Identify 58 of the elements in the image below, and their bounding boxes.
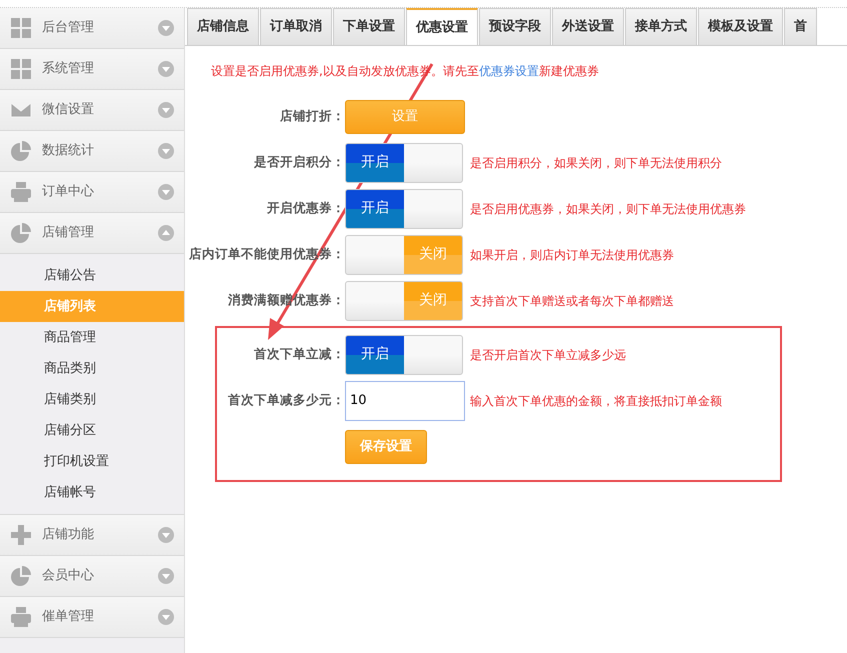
submenu-item[interactable]: 店铺类别 <box>0 384 184 415</box>
plus-icon <box>10 524 32 546</box>
tab[interactable]: 外送设置 <box>552 8 624 45</box>
pie-chart-icon <box>10 565 32 587</box>
grid-icon <box>10 58 32 80</box>
field-label: 开启优惠券： <box>266 199 345 218</box>
tab[interactable]: 下单设置 <box>333 8 405 45</box>
chevron-down-icon <box>158 20 174 36</box>
field-label: 首次下单立减： <box>253 345 345 364</box>
submenu-item[interactable]: 店铺公告 <box>0 260 184 291</box>
hint-text: 如果开启，则店内订单无法使用优惠券 <box>470 246 674 264</box>
sidebar-item[interactable]: 后台管理 <box>0 8 184 49</box>
toggle-switch[interactable]: 开启 <box>345 142 463 182</box>
field-label: 是否开启积分： <box>253 153 345 172</box>
chevron-down-icon <box>158 143 174 159</box>
printer-icon <box>10 181 32 203</box>
tab[interactable]: 订单取消 <box>260 8 332 45</box>
amount-input[interactable]: 10 <box>345 380 465 420</box>
hint-text: 是否开启首次下单立减多少远 <box>470 346 626 364</box>
tab[interactable]: 模板及设置 <box>698 8 783 45</box>
hint-text: 输入首次下单优惠的金额，将直接抵扣订单金额 <box>470 392 722 410</box>
printer-icon <box>10 606 32 628</box>
hint-text: 是否启用优惠券，如果关闭，则下单无法使用优惠券 <box>470 200 746 218</box>
chevron-down-icon <box>158 102 174 118</box>
chevron-down-icon <box>158 568 174 584</box>
submenu-item[interactable]: 店铺帐号 <box>0 477 184 508</box>
field-label: 店铺打折： <box>279 107 345 126</box>
field-label: 首次下单减多少元： <box>227 391 345 410</box>
sidebar-item[interactable]: 微信设置 <box>0 90 184 131</box>
link[interactable]: 优惠券设置 <box>478 64 539 78</box>
sidebar-item[interactable]: 订单中心 <box>0 172 184 213</box>
chevron-down-icon <box>158 527 174 543</box>
tab[interactable]: 接单方式 <box>625 8 697 45</box>
chevron-down-icon <box>158 61 174 77</box>
tab[interactable]: 预设字段 <box>479 8 551 45</box>
grid-icon <box>10 17 32 39</box>
tab[interactable]: 优惠设置 <box>406 8 478 45</box>
sidebar-item[interactable]: 店铺功能 <box>0 515 184 556</box>
submenu-item[interactable]: 商品类别 <box>0 353 184 384</box>
hint-text: 支持首次下单赠送或者每次下单都赠送 <box>470 292 674 310</box>
chevron-down-icon <box>158 609 174 625</box>
chevron-up-icon <box>158 225 174 241</box>
sidebar-item[interactable]: 数据统计 <box>0 131 184 172</box>
sidebar-item[interactable]: 会员中心 <box>0 556 184 597</box>
pie-chart-icon <box>10 222 32 244</box>
tab[interactable]: 首 <box>784 8 817 45</box>
hint-text: 是否启用积分，如果关闭，则下单无法使用积分 <box>470 154 722 172</box>
sidebar-item[interactable]: 系统管理 <box>0 49 184 90</box>
toggle-switch[interactable]: 开启 <box>345 188 463 228</box>
submenu-item[interactable]: 商品管理 <box>0 322 184 353</box>
tab[interactable]: 店铺信息 <box>187 8 259 45</box>
sidebar-item[interactable]: 店铺管理 <box>0 213 184 254</box>
chevron-down-icon <box>158 184 174 200</box>
pie-chart-icon <box>10 140 32 162</box>
toggle-switch[interactable]: 开启 <box>345 334 463 374</box>
submenu-item[interactable]: 打印机设置 <box>0 446 184 477</box>
sidebar-item[interactable]: 催单管理 <box>0 597 184 638</box>
submenu-item[interactable]: 店铺分区 <box>0 415 184 446</box>
